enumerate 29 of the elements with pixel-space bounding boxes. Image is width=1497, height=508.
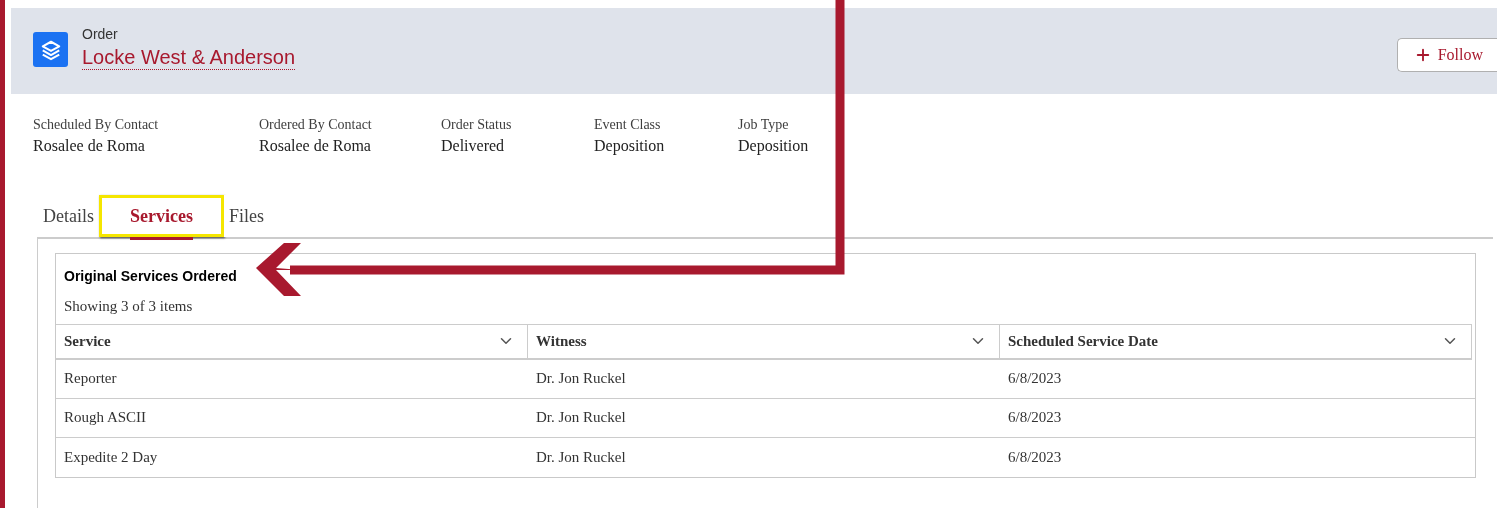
table-cell-text: Dr. Jon Ruckel: [536, 408, 626, 428]
field-value: Delivered: [441, 136, 506, 156]
table-title: Original Services Ordered: [63, 267, 238, 286]
table-cell-text: Dr. Jon Ruckel: [536, 369, 626, 389]
field-label: Order Status: [441, 116, 513, 134]
field-value: Rosalee de Roma: [259, 136, 372, 156]
item-count: Showing 3 of 3 items: [63, 297, 194, 316]
table-cell-text: 6/8/2023: [1008, 447, 1062, 467]
table-cell-text: Rough ASCII: [64, 408, 147, 428]
table-cell-text: 6/8/2023: [1008, 408, 1062, 428]
field-label: Scheduled By Contact: [33, 116, 160, 134]
table-cell-text: Reporter: [64, 369, 117, 389]
column-header[interactable]: Scheduled Service Date: [1000, 324, 1472, 358]
table-cell-text: 6/8/2023: [1008, 369, 1062, 389]
order-icon: [33, 32, 68, 67]
field-value: Rosalee de Roma: [33, 136, 146, 156]
table-cell-text: Expedite 2 Day: [64, 447, 158, 467]
field-label: Event Class: [594, 116, 662, 134]
table-cell-text: Dr. Jon Ruckel: [536, 447, 626, 467]
object-type: Order: [82, 25, 119, 44]
tab[interactable]: Services: [99, 195, 224, 237]
field-value: Deposition: [738, 136, 810, 157]
field-label: Ordered By Contact: [259, 116, 373, 134]
column-header[interactable]: Witness: [528, 324, 1000, 358]
record-title[interactable]: Locke West & Anderson: [82, 45, 296, 70]
field-label: Job Type: [738, 116, 790, 134]
follow-button[interactable]: Follow: [1396, 38, 1497, 72]
column-header[interactable]: Service: [56, 324, 528, 358]
field-value: Deposition: [594, 136, 666, 157]
